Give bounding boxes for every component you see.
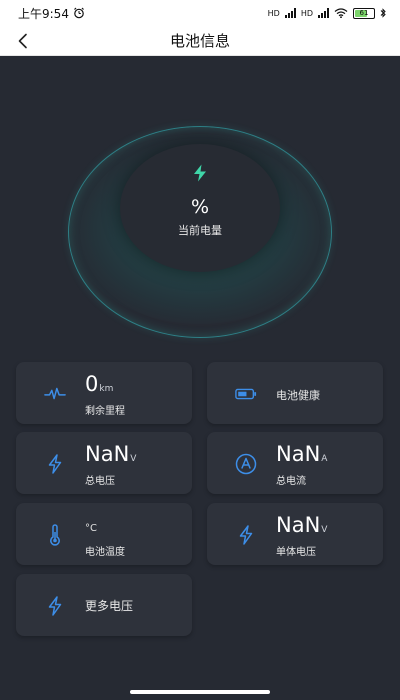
battery-status-icon: 61 xyxy=(353,7,375,19)
cell-voltage-unit: V xyxy=(321,525,328,535)
total-current-unit: A xyxy=(321,454,328,464)
battery-health-label: 电池健康 xyxy=(276,389,320,402)
cell-voltage-value: NaNV xyxy=(276,513,327,537)
lightning-icon xyxy=(235,524,257,546)
more-voltage-card[interactable]: 更多电压 xyxy=(16,574,192,636)
ampere-icon xyxy=(235,453,257,475)
mileage-number: 0 xyxy=(85,372,99,396)
heartbeat-icon xyxy=(44,383,66,405)
mileage-label: 剩余里程 xyxy=(85,406,125,417)
cell-voltage-number: NaN xyxy=(276,513,321,537)
wifi-icon xyxy=(334,8,348,18)
cell-voltage-card[interactable]: NaNV 单体电压 xyxy=(207,503,383,565)
total-current-label: 总电流 xyxy=(276,476,306,487)
status-left: 上午9:54 xyxy=(18,5,85,22)
total-current-value: NaNA xyxy=(276,442,327,466)
mileage-card[interactable]: 0km 剩余里程 xyxy=(16,362,192,424)
signal-icon-2 xyxy=(318,8,329,18)
battery-percent-label: 当前电量 xyxy=(178,224,222,237)
battery-temperature-label: 电池温度 xyxy=(85,547,125,558)
status-time: 上午9:54 xyxy=(18,6,69,21)
lightning-icon xyxy=(44,453,66,475)
total-current-card[interactable]: NaNA 总电流 xyxy=(207,432,383,494)
lightning-icon xyxy=(194,164,206,182)
battery-icon xyxy=(235,383,257,405)
lightning-icon xyxy=(44,595,66,617)
total-voltage-card[interactable]: NaNV 总电压 xyxy=(16,432,192,494)
battery-temperature-card[interactable]: °C 电池温度 xyxy=(16,503,192,565)
chevron-left-icon xyxy=(18,33,27,49)
page-title: 电池信息 xyxy=(169,32,230,50)
total-current-number: NaN xyxy=(276,442,321,466)
total-voltage-unit: V xyxy=(130,454,137,464)
mileage-unit: km xyxy=(99,384,114,394)
signal-icon xyxy=(284,8,296,18)
network-label-2: HD xyxy=(300,8,313,18)
battery-status-level: 61 xyxy=(359,9,369,17)
status-right: HD HD 61 xyxy=(267,7,386,19)
home-indicator[interactable] xyxy=(130,690,270,694)
back-button[interactable] xyxy=(12,30,34,52)
cell-voltage-label: 单体电压 xyxy=(276,547,316,558)
alarm-icon xyxy=(74,7,84,19)
nav-bar: 电池信息 xyxy=(0,26,400,56)
bluetooth-icon xyxy=(380,8,386,18)
total-voltage-label: 总电压 xyxy=(85,476,115,487)
total-voltage-value: NaNV xyxy=(85,442,136,466)
battery-gauge: % 当前电量 xyxy=(0,56,400,356)
gauge-center: % 当前电量 xyxy=(120,144,280,272)
network-label-1: HD xyxy=(267,8,280,18)
status-bar: 上午9:54 HD HD 61 xyxy=(0,0,400,26)
thermometer-icon xyxy=(44,524,66,546)
temperature-unit: °C xyxy=(85,523,97,534)
battery-percent: % xyxy=(190,196,210,218)
mileage-value: 0km xyxy=(85,372,113,396)
battery-health-card[interactable]: 电池健康 xyxy=(207,362,383,424)
total-voltage-number: NaN xyxy=(85,442,130,466)
more-voltage-label: 更多电压 xyxy=(85,599,134,613)
